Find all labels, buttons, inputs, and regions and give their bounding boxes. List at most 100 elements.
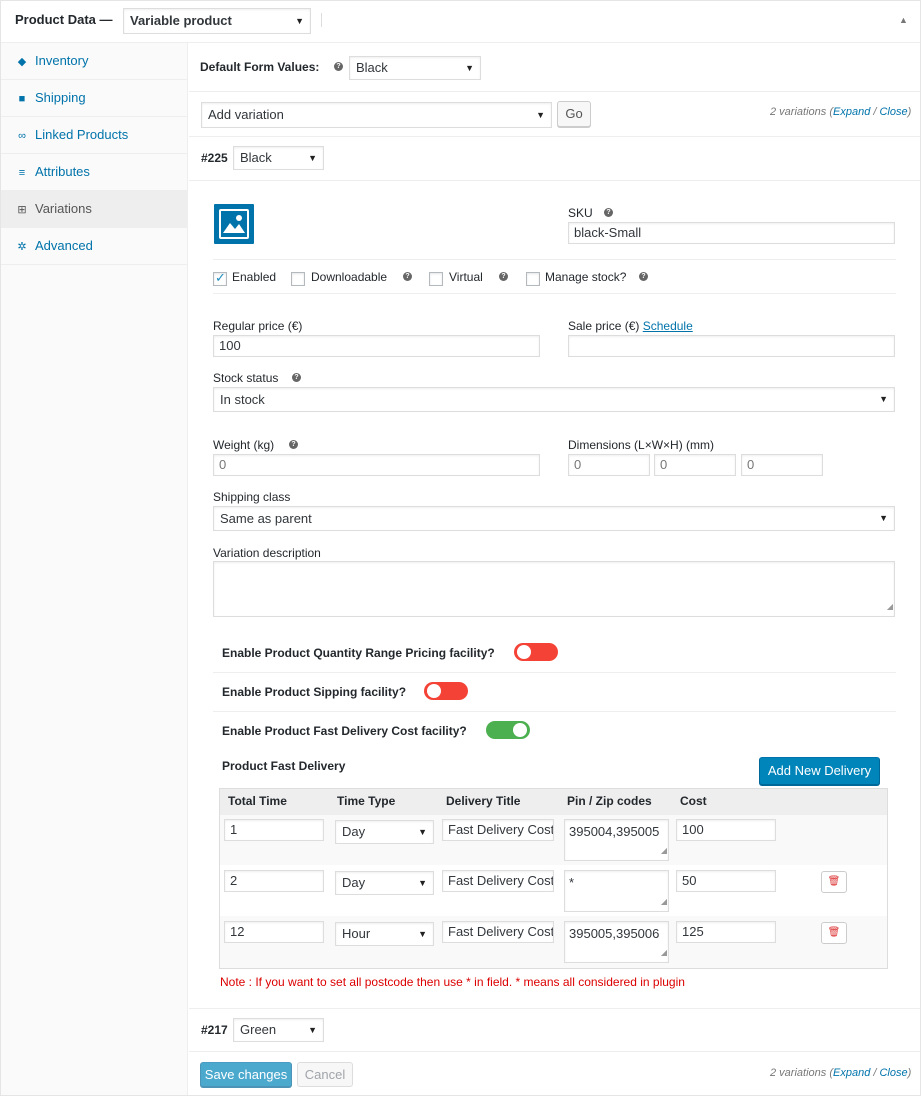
resize-handle-icon[interactable]: ◢: [661, 944, 667, 961]
length-input[interactable]: 0: [568, 454, 650, 476]
default-color-select[interactable]: Black ▼: [349, 56, 481, 80]
variation-description-label: Variation description: [213, 546, 321, 560]
tab-variations[interactable]: ⊞ Variations: [1, 191, 187, 228]
cost-input[interactable]: 50: [676, 870, 776, 892]
separator: [321, 13, 322, 27]
qty-range-toggle[interactable]: [514, 643, 558, 661]
shipping-facility-label: Enable Product Sipping facility?: [222, 685, 407, 699]
virtual-checkbox[interactable]: [429, 272, 443, 286]
time-type-select[interactable]: Day ▼: [335, 871, 434, 895]
width-input[interactable]: 0: [654, 454, 736, 476]
default-form-values-label: Default Form Values:: [200, 60, 320, 74]
schedule-link[interactable]: Schedule: [643, 319, 693, 333]
collapse-toggle-icon[interactable]: ▲: [899, 15, 908, 25]
tag-icon: ◆: [17, 56, 27, 68]
go-button[interactable]: Go: [557, 101, 591, 127]
variation-description-textarea[interactable]: ◢: [213, 561, 895, 617]
divider: [189, 91, 920, 92]
chevron-down-icon: ▼: [879, 394, 888, 404]
image-icon: [219, 209, 249, 239]
delete-row-button[interactable]: 🗑: [821, 922, 847, 944]
delivery-title-input[interactable]: Fast Delivery Cost: [442, 819, 554, 841]
weight-label: Weight (kg): [213, 438, 275, 452]
height-input[interactable]: 0: [741, 454, 823, 476]
tab-inventory[interactable]: ◆ Inventory: [1, 43, 187, 80]
panel-header: Product Data — Variable product ▼ ▲: [1, 1, 920, 43]
manage-stock-checkbox[interactable]: [526, 272, 540, 286]
chevron-down-icon: ▼: [418, 929, 427, 939]
stock-status-select[interactable]: In stock ▼: [213, 387, 895, 412]
tab-attributes[interactable]: ≡ Attributes: [1, 154, 187, 191]
expand-link[interactable]: Expand: [833, 1067, 870, 1079]
shipping-facility-toggle[interactable]: [424, 682, 468, 700]
divider: [189, 1008, 920, 1009]
toggle-knob: [517, 645, 531, 659]
variation-action-select[interactable]: Add variation ▼: [201, 102, 552, 128]
pin-codes-textarea[interactable]: * ◢: [564, 870, 669, 912]
delivery-title-input[interactable]: Fast Delivery Cost: [442, 870, 554, 892]
sku-input[interactable]: black-Small: [568, 222, 895, 244]
fast-delivery-section-title: Product Fast Delivery: [222, 759, 346, 773]
total-time-input[interactable]: 1: [224, 819, 324, 841]
sale-price-label: Sale price (€) Schedule: [568, 319, 693, 333]
chevron-down-icon: ▼: [308, 1025, 317, 1035]
variation-attribute-select[interactable]: Green ▼: [233, 1018, 324, 1042]
sale-price-input[interactable]: [568, 335, 895, 357]
tab-advanced[interactable]: ✲ Advanced: [1, 228, 187, 265]
truck-icon: ■: [18, 93, 26, 105]
sku-label: SKU: [568, 206, 593, 220]
link-icon: ∞: [18, 130, 26, 142]
regular-price-label: Regular price (€): [213, 319, 303, 333]
downloadable-label: Downloadable: [311, 270, 388, 284]
enabled-label: Enabled: [232, 270, 277, 284]
pin-codes-textarea[interactable]: 395004,395005 ◢: [564, 819, 669, 861]
fast-delivery-label: Enable Product Fast Delivery Cost facili…: [222, 724, 467, 738]
shipping-class-label: Shipping class: [213, 490, 291, 504]
grid-icon: ⊞: [17, 204, 27, 216]
shipping-class-select[interactable]: Same as parent ▼: [213, 506, 895, 531]
column-header: Delivery Title: [446, 794, 521, 808]
save-changes-button[interactable]: Save changes: [200, 1062, 292, 1087]
help-icon: ?: [604, 208, 613, 217]
trash-icon: 🗑: [827, 876, 841, 887]
resize-handle-icon[interactable]: ◢: [887, 598, 893, 615]
expand-link[interactable]: Expand: [833, 106, 870, 118]
resize-handle-icon[interactable]: ◢: [661, 893, 667, 910]
gear-icon: ✲: [17, 241, 27, 253]
postcode-note: Note : If you want to set all postcode t…: [220, 975, 685, 989]
cost-input[interactable]: 100: [676, 819, 776, 841]
delete-row-button[interactable]: 🗑: [821, 871, 847, 893]
regular-price-input[interactable]: 100: [213, 335, 540, 357]
add-new-delivery-button[interactable]: Add New Delivery: [759, 757, 880, 785]
stock-status-label: Stock status: [213, 371, 279, 385]
chevron-down-icon: ▼: [879, 513, 888, 523]
enabled-checkbox[interactable]: [213, 270, 227, 286]
resize-handle-icon[interactable]: ◢: [661, 842, 667, 859]
downloadable-checkbox[interactable]: [291, 272, 305, 286]
tab-shipping[interactable]: ■ Shipping: [1, 80, 187, 117]
variations-count: 2 variations (Expand / Close): [770, 106, 912, 118]
variation-attribute-select[interactable]: Black ▼: [233, 146, 324, 170]
cost-input[interactable]: 125: [676, 921, 776, 943]
time-type-select[interactable]: Day ▼: [335, 820, 434, 844]
qty-range-label: Enable Product Quantity Range Pricing fa…: [222, 646, 495, 660]
weight-input[interactable]: 0: [213, 454, 540, 476]
close-link[interactable]: Close: [879, 1067, 907, 1079]
total-time-input[interactable]: 12: [224, 921, 324, 943]
cancel-button[interactable]: Cancel: [297, 1062, 353, 1087]
time-type-select[interactable]: Hour ▼: [335, 922, 434, 946]
dimensions-label: Dimensions (L×W×H) (mm): [568, 438, 715, 452]
close-link[interactable]: Close: [879, 106, 907, 118]
tab-linked-products[interactable]: ∞ Linked Products: [1, 117, 187, 154]
product-type-select[interactable]: Variable product ▼: [123, 8, 311, 34]
fast-delivery-toggle[interactable]: [486, 721, 530, 739]
help-icon: ?: [292, 373, 301, 382]
pin-codes-textarea[interactable]: 395005,395006 ◢: [564, 921, 669, 963]
variation-image-upload[interactable]: [214, 204, 254, 244]
total-time-input[interactable]: 2: [224, 870, 324, 892]
delivery-title-input[interactable]: Fast Delivery Cost: [442, 921, 554, 943]
help-icon: ?: [639, 272, 648, 281]
column-header: Cost: [680, 794, 707, 808]
column-header: Pin / Zip codes: [567, 794, 652, 808]
manage-stock-label: Manage stock?: [545, 270, 627, 284]
